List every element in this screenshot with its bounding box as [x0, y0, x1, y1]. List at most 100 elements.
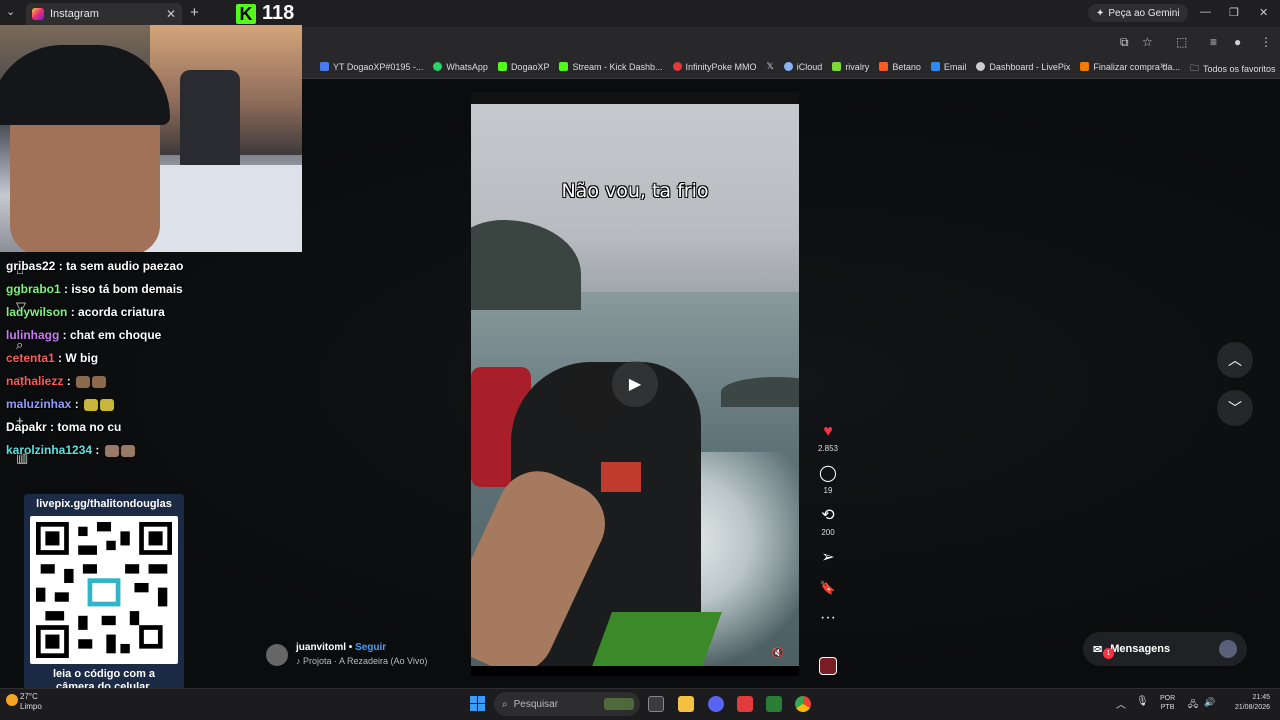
more-options-button[interactable]: ··· [820, 608, 836, 628]
discord-icon[interactable] [708, 696, 724, 712]
bookmarks-overflow-button[interactable]: » [1160, 60, 1166, 71]
whatsapp-icon [433, 62, 443, 71]
bookmark-label: iCloud [796, 61, 823, 72]
tab-search-chevron-icon[interactable]: ⌄ [6, 5, 15, 18]
system-tray: ︿ 🎙 [1116, 696, 1149, 711]
livepix-url: livepix.gg/thalitondouglas [36, 498, 172, 510]
bookmark-star-icon[interactable]: ☆ [1142, 35, 1153, 49]
chat-emote [100, 398, 115, 411]
bookmark-item[interactable]: WhatsApp [433, 62, 488, 72]
play-icon: ▶ [628, 376, 642, 393]
profile-avatar[interactable]: ● [1234, 35, 1241, 49]
bookmark-item[interactable]: iCloud [783, 61, 823, 72]
save-button[interactable]: 🔖 [820, 578, 836, 598]
chat-message: maluzinhax : [6, 394, 296, 417]
chat-username: nathaliezz [6, 374, 64, 388]
gemini-label: Peça ao Gemini [1108, 7, 1180, 19]
new-tab-button[interactable]: + [190, 4, 199, 21]
author-line: juanvitoml • Seguir [296, 642, 427, 653]
taskbar-search[interactable]: ⌕ Pesquisar [494, 692, 640, 716]
previous-reel-button[interactable]: ︿ [1217, 342, 1253, 378]
gemini-sparkle-icon: ✦ [1096, 7, 1105, 19]
taskbar-clock[interactable]: 21:45 21/08/2026 [1226, 693, 1270, 713]
messages-badge: 1 [1103, 648, 1114, 659]
bookmark-label: Finalizar compra da... [1093, 61, 1180, 72]
kick-app-icon[interactable] [766, 696, 782, 712]
bookmark-item[interactable]: Email [930, 62, 966, 72]
install-app-icon[interactable]: ⧉ [1120, 35, 1129, 50]
chat-message: cetenta1 : W big [6, 348, 296, 371]
browser-menu-icon[interactable]: ⋮ [1260, 35, 1272, 49]
reel-video[interactable]: Não vou, ta frio ▶ 🔇 [471, 92, 799, 666]
video-rider-head [561, 362, 621, 432]
messages-icon: ✉ [1093, 643, 1103, 656]
extensions-icon[interactable]: ⬚ [1176, 35, 1187, 49]
chat-message: nathaliezz : [6, 371, 296, 394]
livepix-caption-line: leia o código com a [52, 668, 156, 680]
chat-username: lulinhagg [6, 328, 60, 342]
next-reel-button[interactable]: ﹀ [1217, 390, 1253, 426]
shop-icon [1080, 62, 1090, 71]
play-button[interactable]: ▶ [612, 361, 658, 407]
all-favorites-button[interactable]: 🗀 Todos os favoritos [1190, 61, 1276, 77]
window-close-button[interactable]: ✕ [1259, 6, 1268, 19]
chat-emote [92, 375, 107, 388]
language-code: POR [1160, 695, 1176, 702]
repost-count: 200 [821, 528, 835, 537]
video-top-band [471, 92, 799, 104]
minimize-button[interactable]: — [1200, 6, 1211, 18]
chat-message: karolzinha1234 : [6, 440, 296, 463]
media-control-icon[interactable]: ≡ [1210, 35, 1217, 49]
streaming-app-icon[interactable] [737, 696, 753, 712]
chat-text: : [95, 443, 100, 457]
bookmark-item[interactable]: InfinityPoke MMO [672, 62, 757, 72]
tray-overflow-icon[interactable]: ︿ [1116, 696, 1126, 711]
task-view-icon[interactable] [648, 696, 664, 712]
search-icon: ⌕ [502, 698, 508, 710]
microphone-icon[interactable]: 🎙 [1136, 696, 1149, 711]
tab-close-icon[interactable]: ✕ [166, 7, 176, 21]
bookmark-item[interactable]: rivalry [832, 62, 869, 72]
tab-instagram[interactable]: Instagram ✕ [26, 3, 182, 25]
all-favorites-label: Todos os favoritos [1203, 64, 1276, 74]
author-separator: • [346, 642, 356, 653]
bookmark-item[interactable]: Dashboard - LivePix [976, 62, 1070, 72]
bookmark-item[interactable]: Betano [879, 62, 921, 72]
audio-thumbnail[interactable] [819, 657, 837, 675]
like-button[interactable]: ♥ 2.853 [818, 422, 838, 454]
follow-button[interactable]: Seguir [355, 642, 386, 653]
x-logo-icon: 𝕏 [766, 61, 774, 71]
audio-track[interactable]: ♪ Projota · A Rezadeira (Ao Vivo) [296, 656, 427, 666]
chat-text: : isso tá bom demais [64, 282, 183, 296]
chat-text: : [66, 374, 71, 388]
share-button[interactable]: ➢ [821, 548, 834, 568]
windows-start-button[interactable] [470, 696, 485, 711]
comment-button[interactable]: ◯ 19 [819, 464, 837, 496]
video-island [721, 377, 799, 407]
video-caption: Não vou, ta frio [561, 180, 709, 202]
repost-button[interactable]: ⟲ 200 [821, 506, 834, 538]
bookmark-item[interactable]: Stream - Kick Dashb... [559, 62, 663, 72]
bookmark-item[interactable]: 𝕏 [767, 61, 774, 72]
bookmark-item[interactable]: DogaoXP [497, 62, 549, 72]
chat-username: ggbrabo1 [6, 282, 61, 296]
clock-time: 21:45 [1252, 694, 1270, 701]
bookmark-item[interactable]: YT DogaoXP#0195 -... [320, 62, 423, 72]
chrome-icon[interactable] [795, 696, 811, 712]
chat-message: Dapakr : toma no cu [6, 417, 296, 440]
kick-icon [559, 62, 569, 71]
mute-button[interactable]: 🔇 [769, 648, 787, 662]
maximize-button[interactable]: ❐ [1229, 6, 1239, 19]
author-avatar[interactable] [266, 644, 288, 666]
weather-widget[interactable]: 27°C Limpo [20, 692, 42, 712]
gemini-button[interactable]: ✦ Peça ao Gemini [1088, 4, 1188, 22]
chat-emote [76, 375, 91, 388]
language-indicator[interactable]: POR PTB [1160, 694, 1175, 712]
tray-status-icons[interactable]: 🖧 🔊 [1188, 697, 1215, 713]
weather-sun-icon[interactable] [6, 694, 18, 706]
file-explorer-icon[interactable] [678, 696, 694, 712]
volume-icon: 🔊 [1204, 697, 1216, 707]
bookmark-label: YT DogaoXP#0195 -... [333, 61, 424, 72]
clock-date: 21/08/2026 [1234, 704, 1270, 711]
author-username[interactable]: juanvitoml [296, 642, 346, 653]
